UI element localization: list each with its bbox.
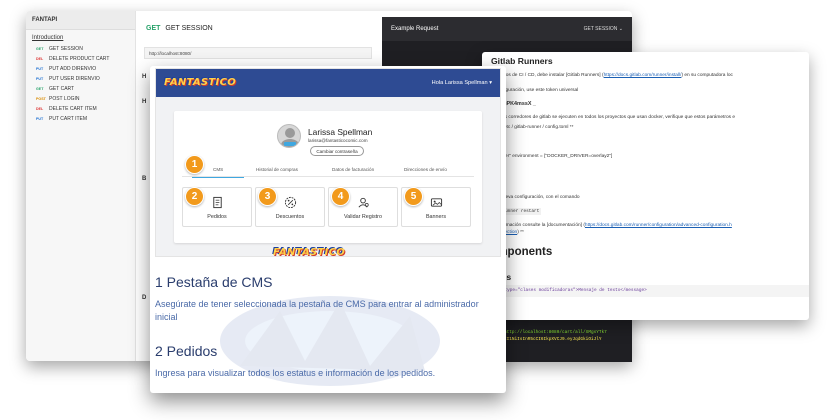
endpoint-label: POST LOGIN	[49, 96, 80, 102]
endpoint-item[interactable]: GET GET SESSION	[26, 44, 135, 54]
code-line: http://localhost:8080/cart/all/XMgsYTk7	[504, 330, 607, 335]
text: ) en su computadora loc	[681, 73, 733, 78]
api-brand: FANTAPI	[26, 11, 135, 30]
section-letter: H	[142, 99, 147, 105]
step-badge: 2	[185, 187, 204, 206]
gitlab-window: Gitlab Runners r los registros de CI / C…	[482, 52, 809, 320]
endpoint-label: GET SESSION	[49, 46, 83, 52]
code-line: zI1NiIsInR5cCI6IkpXVCJ9.eyJqdGkiOiJlY	[504, 337, 602, 342]
method-tag: POST	[36, 97, 46, 101]
discount-icon	[284, 196, 297, 209]
endpoint-label: GET CART	[49, 86, 75, 92]
feature-label: Pedidos	[207, 214, 227, 220]
endpoint-item[interactable]: PUT PUT USER DIRENVIO	[26, 74, 135, 84]
profile-card: Larissa Spellman larissa@fantasticocomic…	[174, 111, 482, 243]
section-letter: B	[142, 176, 147, 182]
user-search-icon	[358, 197, 369, 208]
doc-line: r los registros de CI / CD, debe instala…	[482, 73, 733, 78]
tab-purchase-history[interactable]: Historial de compras	[256, 167, 298, 172]
doc-line: ara que sus corredores de gitlab se ejec…	[482, 115, 736, 120]
endpoint-item[interactable]: DEL DELETE CART ITEM	[26, 104, 135, 114]
title-text: GET SESSION	[165, 25, 213, 32]
text: ) **	[517, 230, 524, 235]
step-badge: 4	[331, 187, 350, 206]
feature-label: Validar Registro	[344, 214, 382, 220]
title-method: GET	[146, 25, 161, 32]
code-strip: http://localhost:8080/cart/all/XMgsYTk7 …	[494, 320, 632, 362]
endpoint-label: DELETE CART ITEM	[49, 106, 97, 112]
url-field[interactable]: http://localhost:8080/	[144, 47, 372, 59]
method-tag: DEL	[36, 107, 44, 111]
section-text-orders: Ingresa para visualizar todos los estatu…	[155, 368, 436, 378]
example-title: Example Request	[391, 26, 439, 32]
section-letter: D	[142, 295, 147, 301]
feature-label: Descuentos	[275, 214, 305, 220]
cms-guide-window: FANTASTICO Hola Larissa Spellman ▾ Laris…	[150, 66, 506, 393]
cms-screenshot: FANTASTICO Hola Larissa Spellman ▾ Laris…	[155, 68, 501, 257]
example-selector[interactable]: GET SESSION ⌄	[584, 26, 623, 32]
method-tag: GET	[36, 87, 44, 91]
method-tag: PUT	[36, 117, 44, 121]
endpoint-item[interactable]: PUT PUT ADD DIRENVIO	[26, 64, 135, 74]
chevron-down-icon: ⌄	[618, 26, 623, 32]
api-sidebar: FANTAPI Introduction GET GET SESSION DEL D…	[26, 11, 136, 361]
method-tag: DEL	[36, 57, 44, 61]
gitlab-title: Gitlab Runners	[491, 56, 553, 66]
doc-link[interactable]: https://docs.gitlab.com/runner/install/	[604, 73, 682, 78]
composite-stage: FANTAPI Introduction GET GET SESSION DEL D…	[0, 0, 840, 420]
change-password-button[interactable]: Cambiar contraseña	[310, 146, 364, 156]
section-heading-orders: 2 Pedidos	[155, 343, 218, 359]
profile-tabs: CMS Historial de compras Datos de factur…	[182, 164, 474, 177]
image-icon	[430, 198, 443, 207]
endpoint-label: PUT ADD DIRENVIO	[49, 66, 97, 72]
step-badge: 1	[185, 155, 204, 174]
tab-billing[interactable]: Datos de facturación	[332, 167, 374, 172]
step-badge: 5	[404, 187, 423, 206]
user-menu[interactable]: Hola Larissa Spellman ▾	[432, 80, 492, 86]
endpoint-title: GET GET SESSION	[146, 25, 213, 32]
method-tag: PUT	[36, 77, 44, 81]
receipt-icon	[213, 196, 222, 209]
intro-link[interactable]: Introduction	[26, 30, 135, 44]
endpoint-item[interactable]: GET GET CART	[26, 84, 135, 94]
endpoint-label: PUT CART ITEM	[49, 116, 88, 122]
tab-cms[interactable]: CMS	[213, 167, 223, 172]
method-tag: GET	[36, 47, 44, 51]
endpoint-item[interactable]: POST POST LOGIN	[26, 94, 135, 104]
footer-logo: FANTASTICO	[273, 247, 346, 257]
message-code: essage type="clases modificadoras">Mensa…	[482, 285, 809, 297]
avatar	[277, 124, 301, 148]
doc-line: a más información consulte la [documenta…	[482, 223, 732, 228]
endpoint-label: DELETE PRODUCT CART	[49, 56, 110, 62]
endpoint-label: PUT USER DIRENVIO	[49, 76, 100, 82]
profile-name: Larissa Spellman	[308, 127, 373, 137]
tab-shipping[interactable]: Direcciones de envío	[404, 167, 447, 172]
section-text-cms: Asegúrate de tener seleccionada la pesta…	[155, 299, 479, 322]
section-heading-cms: 1 Pestaña de CMS	[155, 274, 273, 290]
step-badge: 3	[258, 187, 277, 206]
endpoint-item[interactable]: PUT PUT CART ITEM	[26, 114, 135, 124]
section-letter: H	[142, 74, 147, 80]
fantastico-logo[interactable]: FANTASTICO	[164, 77, 236, 88]
method-tag: PUT	[36, 67, 44, 71]
feature-label: Banners	[425, 214, 447, 220]
active-tab-indicator	[192, 177, 244, 178]
profile-email: larissa@fantasticocomic.com	[308, 138, 368, 143]
doc-link[interactable]: https://docs.gitlab.com/runner/configura…	[585, 223, 732, 228]
example-header: Example Request GET SESSION ⌄	[382, 17, 632, 41]
endpoint-item[interactable]: DEL DELETE PRODUCT CART	[26, 54, 135, 64]
selector-label: GET SESSION	[583, 26, 618, 32]
site-header: FANTASTICO Hola Larissa Spellman ▾	[156, 69, 500, 97]
